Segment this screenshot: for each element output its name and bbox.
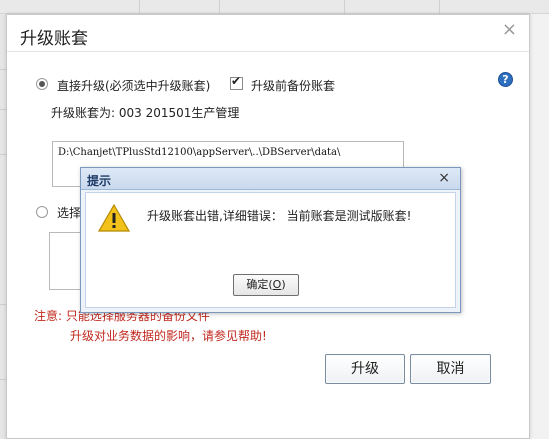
checkmark-icon: ✔ bbox=[231, 74, 242, 88]
background-page-header bbox=[0, 0, 549, 14]
ok-label-prefix: 确定( bbox=[246, 278, 273, 291]
close-icon[interactable]: × bbox=[502, 21, 517, 39]
note-text-line2: 升级对业务数据的影响，请参见帮助! bbox=[70, 329, 267, 343]
background-cell bbox=[345, 0, 440, 14]
alert-body: 升级账套出错,详细错误： 当前账套是测试版账套! 确定(O) bbox=[85, 192, 456, 308]
warning-icon bbox=[98, 204, 130, 232]
direct-upgrade-radio[interactable] bbox=[36, 78, 48, 90]
alert-title-bar: 提示 × bbox=[81, 168, 460, 190]
cancel-button[interactable]: 取消 bbox=[410, 354, 491, 384]
close-icon[interactable]: × bbox=[438, 170, 450, 186]
help-icon[interactable]: ? bbox=[498, 72, 513, 87]
backup-before-checkbox[interactable]: ✔ bbox=[230, 74, 243, 90]
backup-before-label[interactable]: 升级前备份账套 bbox=[251, 77, 335, 94]
ok-label-suffix: ) bbox=[281, 278, 286, 291]
background-cell bbox=[140, 0, 220, 14]
account-info-text: 升级账套为: 003 201501生产管理 bbox=[51, 106, 240, 120]
direct-upgrade-label[interactable]: 直接升级(必须选中升级账套) bbox=[57, 77, 210, 94]
select-backup-radio[interactable] bbox=[36, 206, 48, 218]
background-cell bbox=[60, 0, 140, 14]
alert-message: 升级账套出错,详细错误： 当前账套是测试版账套! bbox=[147, 209, 412, 223]
alert-title: 提示 bbox=[87, 174, 112, 188]
upgrade-button[interactable]: 升级 bbox=[325, 354, 405, 384]
ok-button[interactable]: 确定(O) bbox=[233, 274, 299, 296]
title-divider bbox=[7, 51, 529, 52]
background-cell bbox=[220, 0, 345, 14]
error-alert-dialog: 提示 × 升级账套出错,详细错误： 当前账套是测试版账套! 确定(O) bbox=[80, 167, 461, 313]
select-backup-label[interactable]: 选择 bbox=[57, 204, 81, 221]
backup-file-list[interactable] bbox=[49, 232, 83, 290]
backup-path-value: D:\Chanjet\TPlusStd12100\appServer\..\DB… bbox=[58, 147, 341, 158]
dialog-title: 升级账套 bbox=[20, 29, 88, 49]
